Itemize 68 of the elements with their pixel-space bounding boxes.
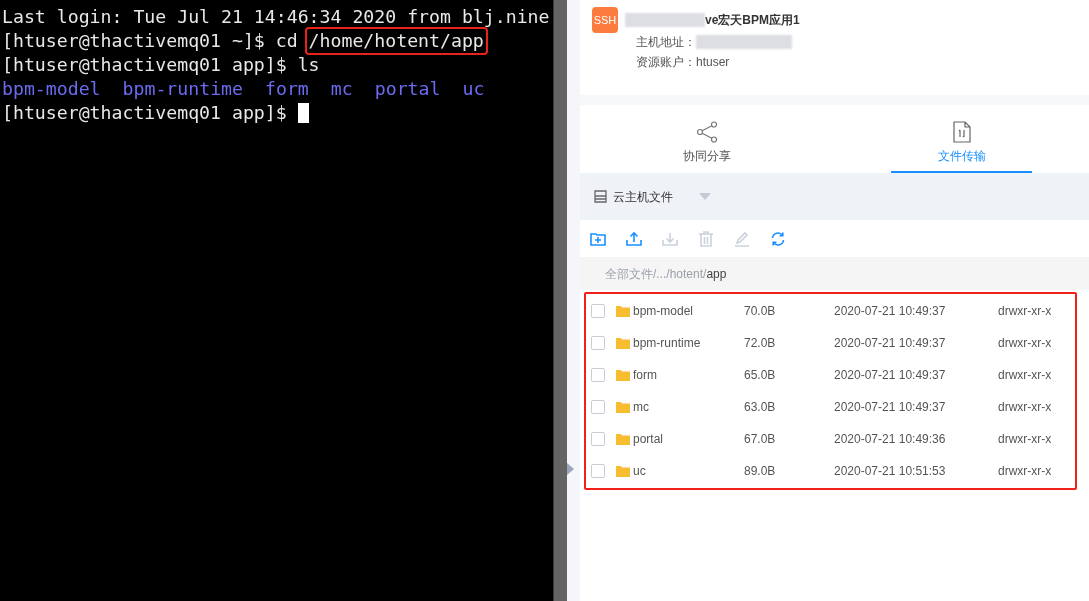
file-size: 67.0B <box>744 431 777 448</box>
new-folder-icon[interactable] <box>590 230 606 247</box>
file-permissions: drwxr-xr-x <box>998 335 1052 352</box>
source-dropdown[interactable]: 云主机文件 <box>594 187 711 206</box>
host-address-label: 主机地址： <box>636 34 696 51</box>
folder-icon <box>616 337 630 349</box>
file-permissions: drwxr-xr-x <box>998 463 1052 480</box>
file-name: mc <box>633 399 650 416</box>
upload-icon[interactable] <box>626 230 642 247</box>
file-size: 70.0B <box>744 303 777 320</box>
checkbox[interactable] <box>591 336 605 350</box>
checkbox[interactable] <box>591 304 605 318</box>
file-permissions: drwxr-xr-x <box>998 367 1052 384</box>
folder-icon <box>616 401 630 413</box>
directory-name: mc <box>330 77 353 101</box>
file-modified: 2020-07-21 10:49:37 <box>834 303 947 320</box>
terminal-line: [htuser@thactivemq01 app]$ <box>2 101 288 125</box>
command-argument: /home/hotent/app <box>306 29 486 53</box>
file-row[interactable]: bpm-model 70.0B 2020-07-21 10:49:37 drwxr-xr-x <box>586 295 1075 327</box>
drive-icon <box>594 190 607 203</box>
checkbox[interactable] <box>591 400 605 414</box>
tab[interactable]: 协同分享 <box>636 105 778 173</box>
directory-name: uc <box>462 77 485 101</box>
file-name: uc <box>633 463 647 480</box>
resource-account: 资源账户：htuser <box>636 54 731 71</box>
file-size: 72.0B <box>744 335 777 352</box>
folder-icon <box>616 433 630 445</box>
checkbox[interactable] <box>591 368 605 382</box>
checkbox[interactable] <box>591 432 605 446</box>
file-name: bpm-runtime <box>633 335 702 352</box>
directory-name: portal <box>374 77 441 101</box>
file-name: portal <box>633 431 665 448</box>
file-permissions: drwxr-xr-x <box>998 399 1052 416</box>
file-row[interactable]: form 65.0B 2020-07-21 10:49:37 drwxr-xr-x <box>586 359 1075 391</box>
folder-icon <box>616 369 630 381</box>
file-modified: 2020-07-21 10:51:53 <box>834 463 947 480</box>
file-size: 89.0B <box>744 463 777 480</box>
file-permissions: drwxr-xr-x <box>998 303 1052 320</box>
folder-icon <box>616 465 630 477</box>
file-modified: 2020-07-21 10:49:37 <box>834 367 947 384</box>
folder-icon <box>616 305 630 317</box>
caret-icon <box>699 193 711 200</box>
file-row[interactable]: uc 89.0B 2020-07-21 10:51:53 drwxr-xr-x <box>586 455 1075 487</box>
terminal-line: Last login: Tue Jul 21 14:46:34 2020 from blj.nine <box>2 5 551 29</box>
terminal-line: [htuser@thactivemq01 app]$ ls <box>2 53 320 77</box>
file-modified: 2020-07-21 10:49:36 <box>834 431 947 448</box>
file-row[interactable]: mc 63.0B 2020-07-21 10:49:37 drwxr-xr-x <box>586 391 1075 423</box>
directory-name: bpm-model <box>2 77 101 101</box>
directory-name: form <box>265 77 309 101</box>
file-modified: 2020-07-21 10:49:37 <box>834 399 947 416</box>
ssh-badge: SSH <box>592 7 618 33</box>
file-row[interactable]: portal 67.0B 2020-07-21 10:49:36 drwxr-xr-x <box>586 423 1075 455</box>
file-size: 63.0B <box>744 399 777 416</box>
file-permissions: drwxr-xr-x <box>998 431 1052 448</box>
document-icon <box>952 121 971 143</box>
share-icon <box>696 121 719 143</box>
expand-arrow-icon[interactable] <box>567 462 574 475</box>
file-modified: 2020-07-21 10:49:37 <box>834 335 947 352</box>
directory-name: bpm-runtime <box>122 77 243 101</box>
terminal-line: [htuser@thactivemq01 ~]$ cd <box>2 29 299 53</box>
file-name: bpm-model <box>633 303 695 320</box>
file-name: form <box>633 367 658 384</box>
refresh-icon[interactable] <box>770 230 786 247</box>
breadcrumb-current: app <box>706 265 727 283</box>
host-title: ve宏天BPM应用1 <box>705 12 800 29</box>
file-row[interactable]: bpm-runtime 72.0B 2020-07-21 10:49:37 drwxr-xr-x <box>586 327 1075 359</box>
checkbox[interactable] <box>591 464 605 478</box>
file-size: 65.0B <box>744 367 777 384</box>
